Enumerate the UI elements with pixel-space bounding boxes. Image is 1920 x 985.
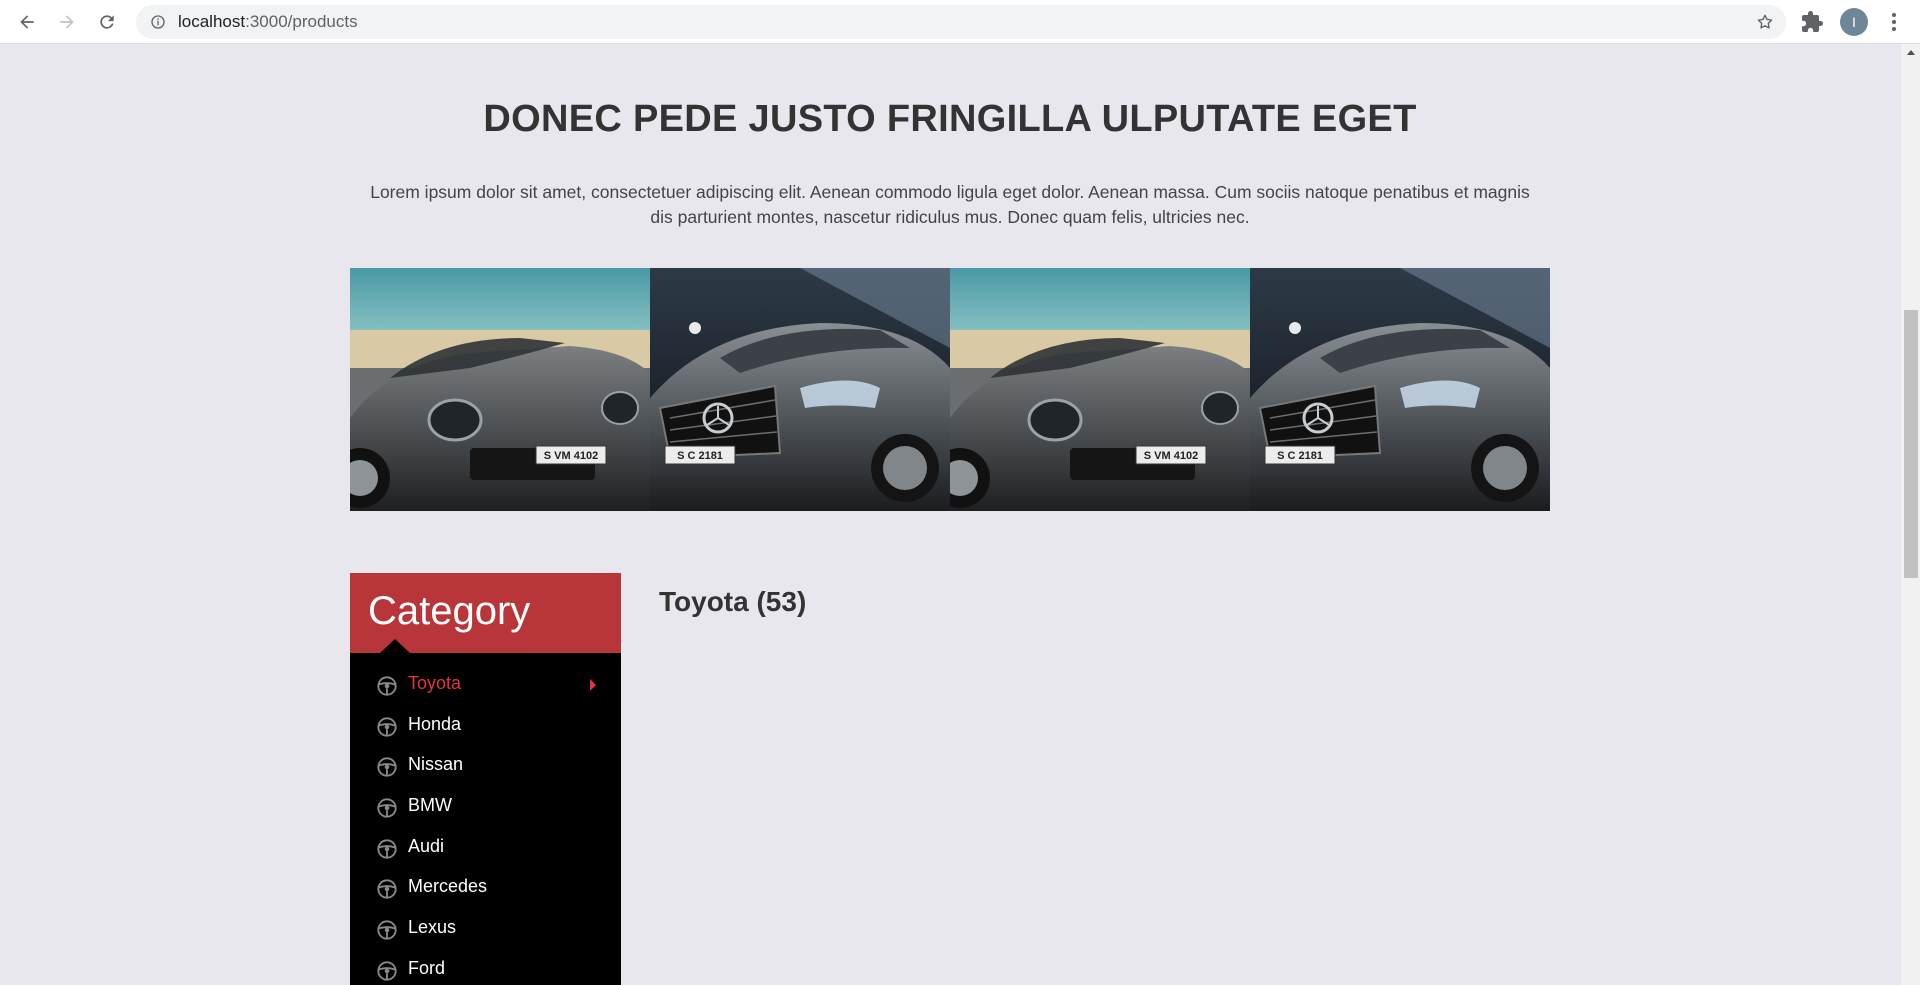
- hero-description: Lorem ipsum dolor sit amet, consectetuer…: [370, 182, 1530, 227]
- scroll-thumb[interactable]: [1904, 310, 1918, 578]
- category-item-mercedes[interactable]: Mercedes: [350, 868, 621, 909]
- category-item-label: Toyota: [408, 673, 462, 693]
- category-item-label: Ford: [408, 957, 446, 978]
- caret-right-icon: [590, 679, 596, 691]
- category-list: Toyota Honda Nissan BMW Audi Mercedes Le…: [350, 665, 621, 985]
- car-photo-tunnel: S C 2181: [650, 268, 950, 511]
- category-item-label: Mercedes: [408, 876, 488, 897]
- category-item-lexus[interactable]: Lexus: [350, 909, 621, 950]
- steering-wheel-icon: [377, 757, 397, 777]
- category-sidebar: Category Toyota Honda Nissan BMW Audi Me…: [350, 573, 621, 985]
- category-item-label: Honda: [408, 713, 462, 734]
- car-gallery: S VM 4102 S C 2181 S VM 4102 S C 2181: [350, 268, 1550, 511]
- car-photo-seaside-2: S VM 4102: [950, 268, 1250, 511]
- gallery-image-mercedes[interactable]: S C 2181: [650, 268, 950, 511]
- license-plate-1: S VM 4102: [544, 450, 598, 462]
- category-item-label: BMW: [408, 795, 452, 816]
- category-item-ford[interactable]: Ford: [350, 950, 621, 985]
- category-header: Category: [350, 573, 621, 653]
- category-item-audi[interactable]: Audi: [350, 828, 621, 869]
- category-item-honda[interactable]: Honda: [350, 706, 621, 747]
- reload-button[interactable]: [91, 6, 123, 38]
- steering-wheel-icon: [377, 839, 397, 859]
- category-item-nissan[interactable]: Nissan: [350, 746, 621, 787]
- category-item-toyota[interactable]: Toyota: [350, 665, 621, 706]
- extensions-puzzle-icon[interactable]: [1800, 10, 1824, 34]
- gallery-image-mercedes-2[interactable]: S C 2181: [1250, 268, 1550, 511]
- product-section-heading: Toyota (53): [659, 586, 807, 617]
- info-icon: [151, 15, 165, 29]
- steering-wheel-icon: [377, 920, 397, 940]
- kebab-menu-icon[interactable]: [1884, 10, 1904, 34]
- back-button[interactable]: [11, 6, 43, 38]
- steering-wheel-icon: [377, 717, 397, 737]
- steering-wheel-icon: [377, 879, 397, 900]
- steering-wheel-icon: [377, 961, 397, 981]
- url-text: localhost:3000/products: [178, 5, 358, 39]
- forward-button[interactable]: [51, 6, 83, 38]
- hero-title: DONEC PEDE JUSTO FRINGILLA ULPUTATE EGET: [483, 98, 1417, 140]
- profile-avatar[interactable]: I: [1840, 8, 1868, 36]
- arrow-right-icon: [60, 15, 74, 29]
- scroll-up-arrow-icon[interactable]: [1901, 44, 1920, 61]
- license-plate-4: S C 2181: [1277, 450, 1323, 462]
- steering-wheel-icon: [377, 798, 397, 818]
- category-item-bmw[interactable]: BMW: [350, 787, 621, 828]
- car-photo-seaside: S VM 4102: [350, 268, 650, 511]
- steering-wheel-icon: [377, 676, 397, 696]
- car-photo-tunnel-2: S C 2181: [1250, 268, 1550, 511]
- category-item-label: Audi: [408, 835, 445, 856]
- url-path: :3000/products: [245, 12, 358, 31]
- category-header-notch: [380, 639, 410, 653]
- bookmark-star-icon[interactable]: [1756, 13, 1774, 31]
- gallery-image-porsche[interactable]: S VM 4102: [350, 268, 650, 511]
- page-scrollbar[interactable]: [1900, 44, 1920, 985]
- arrow-left-icon: [20, 15, 34, 29]
- category-title: Category: [368, 589, 531, 633]
- license-plate-2: S C 2181: [677, 450, 723, 462]
- category-item-label: Lexus: [408, 917, 457, 938]
- gallery-image-porsche-2[interactable]: S VM 4102: [950, 268, 1250, 511]
- browser-toolbar: localhost:3000/products I: [0, 0, 1920, 44]
- category-item-label: Nissan: [408, 754, 464, 775]
- reload-icon: [100, 15, 114, 29]
- url-host: localhost: [178, 12, 246, 31]
- license-plate-3: S VM 4102: [1144, 450, 1198, 462]
- address-bar[interactable]: localhost:3000/products: [136, 5, 1786, 39]
